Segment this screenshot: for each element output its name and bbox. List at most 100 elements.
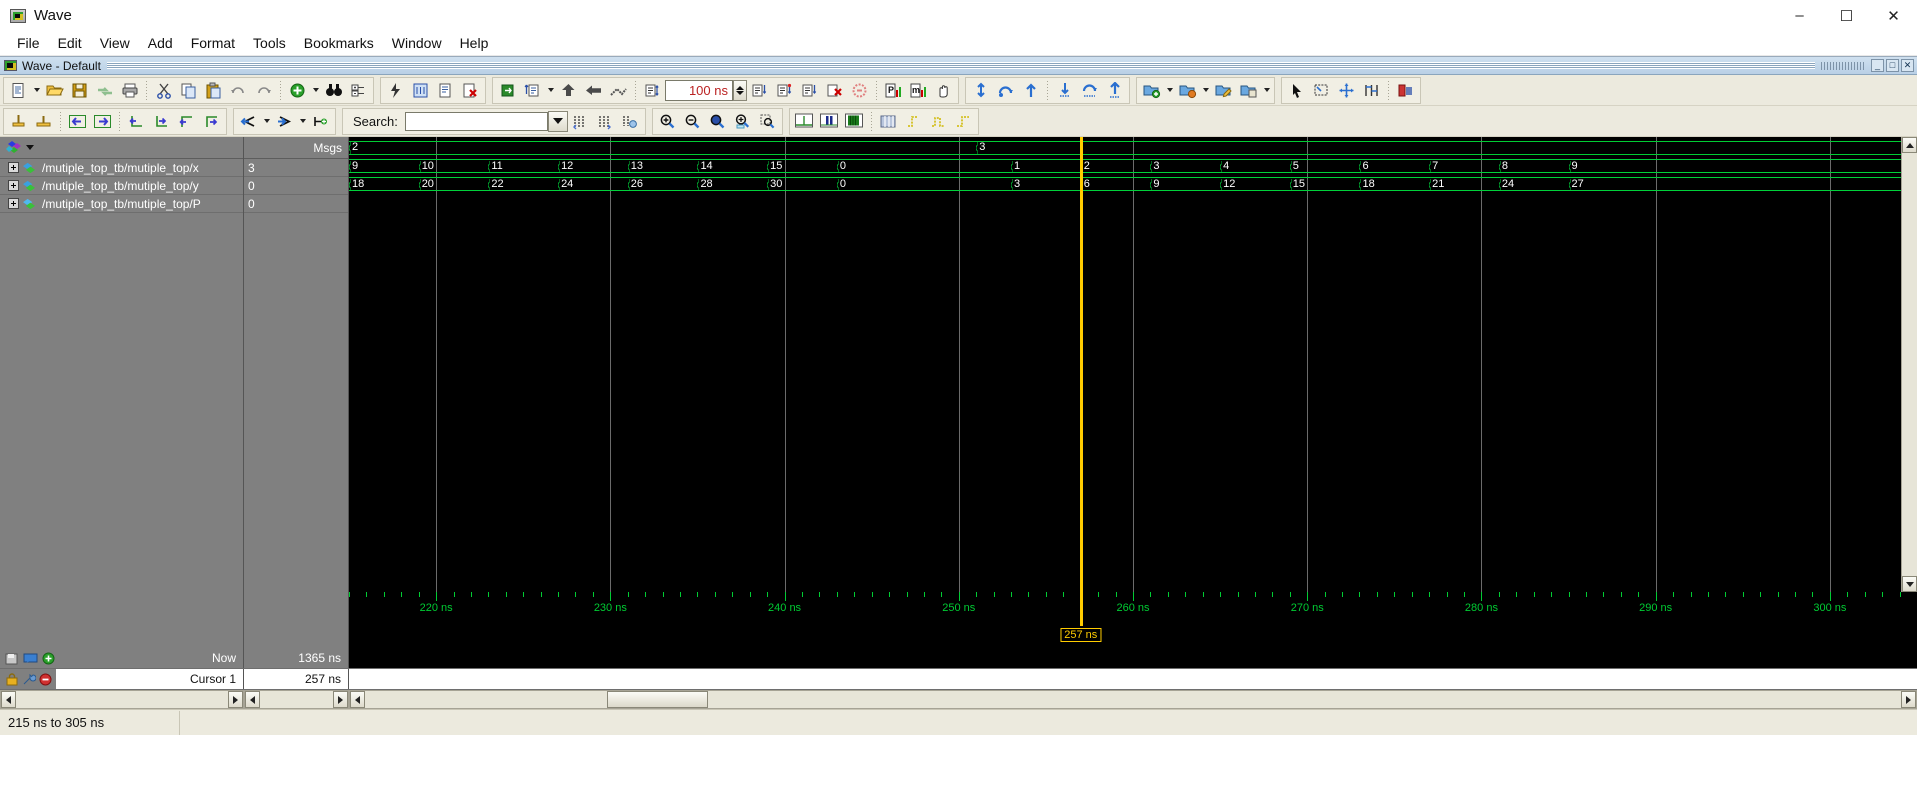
mdi-restore-button[interactable]: □ bbox=[1886, 59, 1899, 72]
names-scroll-left-button[interactable] bbox=[1, 691, 16, 708]
edit-wave-2-button[interactable] bbox=[149, 109, 174, 133]
dataset-new-caret-icon[interactable] bbox=[1164, 78, 1175, 102]
format-rise-button[interactable] bbox=[901, 109, 926, 133]
mdi-close-button[interactable]: ✕ bbox=[1901, 59, 1914, 72]
pan-mode-button[interactable] bbox=[1334, 78, 1359, 102]
insert-cursor-button[interactable] bbox=[968, 78, 993, 102]
wave-mdi-caption[interactable]: Wave - Default _ □ ✕ bbox=[0, 57, 1917, 75]
signal-row-y[interactable]: /mutiple_top_tb/mutiple_top/y bbox=[0, 177, 243, 195]
insert-signal-button[interactable] bbox=[6, 109, 31, 133]
move-right-button[interactable] bbox=[90, 109, 115, 133]
expand-right-button[interactable] bbox=[272, 109, 297, 133]
ruler-cursor-line[interactable] bbox=[1079, 592, 1083, 626]
search-prev-button[interactable] bbox=[568, 109, 593, 133]
names-hscrollbar[interactable] bbox=[0, 690, 244, 709]
new-document-button[interactable] bbox=[6, 78, 31, 102]
expand-right-caret-icon[interactable] bbox=[297, 109, 308, 133]
zoom-range-button[interactable] bbox=[755, 109, 780, 133]
caption-grip[interactable] bbox=[1821, 61, 1865, 70]
step-up-button[interactable] bbox=[556, 78, 581, 102]
find-button[interactable] bbox=[321, 78, 346, 102]
format-filled-button[interactable] bbox=[842, 109, 867, 133]
cursor-label[interactable]: Cursor 1 bbox=[56, 669, 244, 689]
save-now-icon[interactable] bbox=[5, 652, 20, 665]
search-input[interactable] bbox=[404, 111, 548, 131]
zoom-mode-button[interactable] bbox=[1309, 78, 1334, 102]
wave-scroll-thumb[interactable] bbox=[606, 691, 709, 708]
restart-button[interactable] bbox=[408, 78, 433, 102]
format-pattern-button[interactable] bbox=[876, 109, 901, 133]
chevron-down-icon[interactable] bbox=[26, 145, 34, 150]
menu-bookmarks[interactable]: Bookmarks bbox=[295, 32, 383, 54]
signal-row-x[interactable]: /mutiple_top_tb/mutiple_top/x bbox=[0, 159, 243, 177]
edit-wave-4-button[interactable] bbox=[199, 109, 224, 133]
compare-button[interactable] bbox=[1393, 78, 1418, 102]
new-document-caret-icon[interactable] bbox=[31, 78, 42, 102]
waveform-canvas[interactable]: 2 3 9 10 11 12 13 14 15 0 1 2 3 4 5 6 7 8 9 18 20 22 24 26 28 30 0… bbox=[349, 137, 1917, 592]
expander-icon-x[interactable] bbox=[8, 162, 19, 173]
minimize-button[interactable]: – bbox=[1776, 0, 1823, 31]
cursor-strip-main[interactable]: 257 ns bbox=[349, 626, 1917, 648]
print-button[interactable] bbox=[117, 78, 142, 102]
reload-button[interactable] bbox=[92, 78, 117, 102]
expander-icon-p[interactable] bbox=[8, 198, 19, 209]
waveform-vertical-scrollbar[interactable] bbox=[1901, 137, 1917, 592]
insert-group-button[interactable] bbox=[31, 109, 56, 133]
scroll-up-button[interactable] bbox=[1902, 137, 1917, 153]
menu-help[interactable]: Help bbox=[451, 32, 498, 54]
dataset-open-caret-icon[interactable] bbox=[1200, 78, 1211, 102]
wave-scroll-right-button[interactable] bbox=[1901, 691, 1916, 708]
compile-button[interactable] bbox=[495, 78, 520, 102]
simulate-button[interactable] bbox=[520, 78, 545, 102]
zoom-in-button[interactable] bbox=[655, 109, 680, 133]
step-button[interactable] bbox=[797, 78, 822, 102]
run-all-button[interactable] bbox=[747, 78, 772, 102]
menu-view[interactable]: View bbox=[91, 32, 139, 54]
memory-button[interactable]: m bbox=[906, 78, 931, 102]
delete-report-button[interactable] bbox=[458, 78, 483, 102]
menu-tools[interactable]: Tools bbox=[244, 32, 295, 54]
search-dropdown-button[interactable] bbox=[547, 110, 568, 132]
waveform-pane[interactable]: 2 3 9 10 11 12 13 14 15 0 1 2 3 4 5 6 7 8 9 18 20 22 24 26 28 30 0… bbox=[349, 137, 1917, 592]
values-scroll-right-button[interactable] bbox=[333, 691, 348, 708]
properties-button[interactable] bbox=[346, 78, 371, 102]
stop-button[interactable] bbox=[847, 78, 872, 102]
dataset-save-caret-icon[interactable] bbox=[1261, 78, 1272, 102]
expand-left-button[interactable] bbox=[236, 109, 261, 133]
run-length-button[interactable] bbox=[640, 78, 665, 102]
undo-button[interactable] bbox=[226, 78, 251, 102]
expand-all-button[interactable] bbox=[308, 109, 333, 133]
menu-add[interactable]: Add bbox=[139, 32, 182, 54]
zoom-out-button[interactable] bbox=[680, 109, 705, 133]
edit-wave-3-button[interactable] bbox=[174, 109, 199, 133]
continue-run-button[interactable] bbox=[772, 78, 797, 102]
cut-button[interactable] bbox=[151, 78, 176, 102]
dataset-save-button[interactable] bbox=[1236, 78, 1261, 102]
time-ruler[interactable]: 220 ns 230 ns 240 ns 250 ns 260 ns 270 ns 280 … bbox=[349, 592, 1917, 626]
format-pulse-button[interactable] bbox=[926, 109, 951, 133]
search-options-button[interactable] bbox=[618, 109, 643, 133]
paste-button[interactable] bbox=[201, 78, 226, 102]
wave-insert-button[interactable] bbox=[1052, 78, 1077, 102]
edit-wave-1-button[interactable] bbox=[124, 109, 149, 133]
wrench-icon[interactable] bbox=[22, 673, 36, 686]
move-left-button[interactable] bbox=[65, 109, 90, 133]
search-next-button[interactable] bbox=[593, 109, 618, 133]
dataset-open-button[interactable] bbox=[1175, 78, 1200, 102]
select-mode-button[interactable] bbox=[1284, 78, 1309, 102]
values-scroll-track[interactable] bbox=[260, 691, 333, 708]
dataset-new-button[interactable] bbox=[1139, 78, 1164, 102]
cursor-loop-button[interactable] bbox=[993, 78, 1018, 102]
names-pane-header[interactable] bbox=[0, 137, 243, 159]
grab-button[interactable] bbox=[931, 78, 956, 102]
zoom-cursor-button[interactable] bbox=[730, 109, 755, 133]
values-hscrollbar[interactable] bbox=[244, 690, 349, 709]
wave-scroll-left-button[interactable] bbox=[350, 691, 365, 708]
expand-left-caret-icon[interactable] bbox=[261, 109, 272, 133]
mdi-minimize-button[interactable]: _ bbox=[1871, 59, 1884, 72]
values-scroll-left-button[interactable] bbox=[245, 691, 260, 708]
run-button[interactable] bbox=[383, 78, 408, 102]
run-length-field[interactable]: 100 ns bbox=[665, 79, 733, 101]
scroll-down-button[interactable] bbox=[1902, 576, 1917, 592]
redo-button[interactable] bbox=[251, 78, 276, 102]
